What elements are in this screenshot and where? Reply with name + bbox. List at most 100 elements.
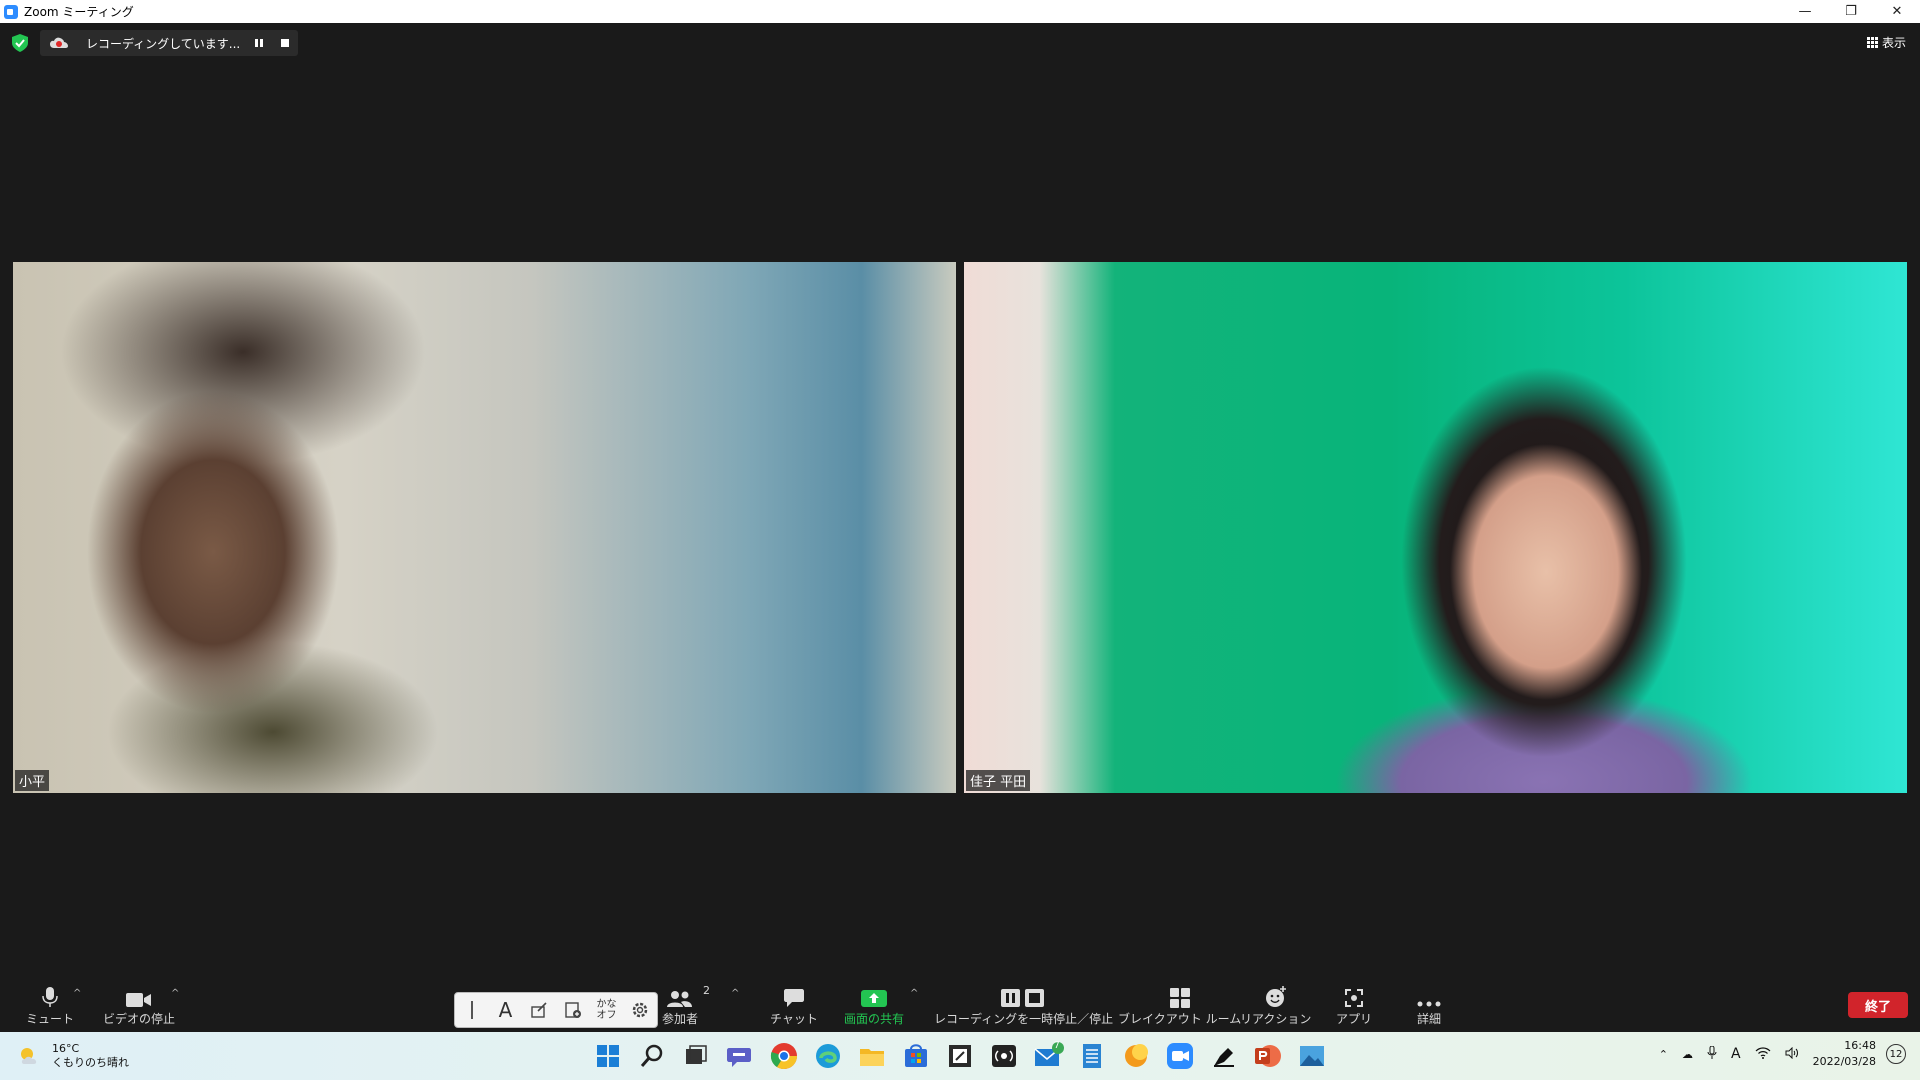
participant-name-tag: 小平 (15, 770, 50, 791)
share-options-chevron-icon[interactable]: ^ (910, 988, 918, 999)
chat-label: チャット (770, 1012, 818, 1026)
more-label: 詳細 (1417, 1012, 1442, 1026)
more-dots-icon (1417, 1001, 1441, 1007)
minimize-button[interactable]: — (1782, 0, 1828, 23)
more-button[interactable]: 詳細 (1417, 984, 1441, 1027)
video-tile-participant-1[interactable]: 小平 (13, 262, 956, 793)
pen-app-icon[interactable] (1208, 1040, 1240, 1072)
video-camera-icon (126, 993, 151, 1007)
view-button[interactable]: 表示 (1866, 34, 1906, 51)
ime-toolbar: A かな オフ (454, 992, 658, 1028)
microsoft-store-icon[interactable] (900, 1040, 932, 1072)
ime-mode-indicator[interactable]: A (1731, 1046, 1741, 1062)
stop-icon (281, 39, 289, 47)
participants-icon (667, 991, 692, 1007)
encryption-shield-icon[interactable] (12, 34, 28, 52)
share-screen-button[interactable]: 画面の共有 (844, 984, 904, 1027)
view-button-label: 表示 (1881, 36, 1906, 50)
ime-dictionary-icon (565, 1002, 581, 1018)
taskbar-clock[interactable]: 16:48 2022/03/28 (1813, 1038, 1876, 1070)
ime-settings-button[interactable] (626, 996, 654, 1024)
clock-time: 16:48 (1844, 1039, 1876, 1052)
meeting-top-bar: レコーディングしています... 表示 (0, 23, 1920, 63)
photos-icon[interactable] (1296, 1040, 1328, 1072)
ime-handle[interactable] (458, 996, 486, 1024)
participants-options-chevron-icon[interactable]: ^ (731, 988, 739, 999)
kana-toggle-top: かな (596, 999, 617, 1010)
ime-mode-button[interactable]: A (491, 996, 519, 1024)
recording-indicator: レコーディングしています... (40, 30, 298, 56)
chrome-icon[interactable] (768, 1040, 800, 1072)
breakout-rooms-icon (1169, 988, 1190, 1008)
video-tile-participant-2[interactable]: 佳子 平田 (964, 262, 1907, 793)
pause-icon (255, 39, 263, 47)
participants-button[interactable]: 2 参加者 (662, 984, 710, 1027)
teams-chat-icon[interactable] (724, 1040, 756, 1072)
notification-center-badge[interactable]: 12 (1886, 1044, 1906, 1064)
breakout-rooms-button[interactable]: ブレイクアウト ルーム (1118, 984, 1241, 1027)
share-screen-label: 画面の共有 (844, 1012, 905, 1026)
reactions-button[interactable]: リアクション (1240, 984, 1311, 1027)
close-button[interactable]: ✕ (1874, 0, 1920, 23)
pause-stop-recording-label: レコーディングを一時停止／停止 (934, 1012, 1114, 1026)
show-hidden-icons-chevron-icon[interactable]: ⌃ (1659, 1048, 1668, 1061)
mute-label: ミュート (26, 1012, 75, 1026)
chat-button[interactable]: チャット (770, 984, 818, 1027)
clock-date: 2022/03/28 (1812, 1055, 1876, 1068)
window-titlebar: Zoom ミーティング — ❐ ✕ (0, 0, 1920, 23)
cloud-recording-icon (50, 37, 68, 48)
stop-recording-button[interactable] (272, 30, 298, 56)
zoom-app-icon[interactable] (1164, 1040, 1196, 1072)
speaker-volume-icon[interactable] (1785, 1046, 1799, 1062)
participants-count-badge: 2 (703, 984, 710, 997)
pause-recording-button[interactable] (246, 30, 272, 56)
weather-description: くもりのち晴れ (52, 1056, 129, 1069)
media-app-icon[interactable] (988, 1040, 1020, 1072)
gear-icon (632, 1002, 648, 1018)
weather-temp: 16°C (52, 1042, 80, 1055)
ime-pad-button[interactable] (525, 996, 553, 1024)
audio-options-chevron-icon[interactable]: ^ (73, 988, 81, 999)
video-options-chevron-icon[interactable]: ^ (171, 988, 179, 999)
ime-dictionary-button[interactable] (559, 996, 587, 1024)
breakout-rooms-label: ブレイクアウト ルーム (1118, 1012, 1242, 1026)
wifi-icon[interactable] (1755, 1046, 1771, 1062)
apps-icon (1345, 989, 1363, 1007)
search-icon[interactable] (636, 1040, 668, 1072)
file-explorer-icon[interactable] (856, 1040, 888, 1072)
mail-icon[interactable]: 7 (1032, 1040, 1064, 1072)
snipping-tool-icon[interactable] (944, 1040, 976, 1072)
recording-controls-icon (1000, 989, 1044, 1007)
recording-status-text: レコーディングしています... (86, 36, 241, 51)
partly-cloudy-icon (21, 1048, 37, 1064)
start-windows-icon[interactable] (592, 1040, 624, 1072)
stop-video-button[interactable]: ビデオの停止 (103, 984, 175, 1027)
restore-button[interactable]: ❐ (1828, 0, 1874, 23)
reactions-label: リアクション (1240, 1012, 1312, 1026)
share-screen-arrow-icon (861, 990, 887, 1007)
windows-taskbar: 16°C くもりのち晴れ 7 ⌃ ☁ A 16:48 2022/03/28 12 (0, 1032, 1920, 1080)
grid-view-icon (1866, 37, 1878, 48)
chat-bubble-icon (783, 989, 804, 1007)
window-title: Zoom ミーティング (24, 5, 134, 19)
microphone-icon (42, 987, 58, 1007)
pause-stop-recording-button[interactable]: レコーディングを一時停止／停止 (934, 984, 1113, 1027)
crescent-app-icon[interactable] (1120, 1040, 1152, 1072)
mute-button[interactable]: ミュート (26, 984, 74, 1027)
notepad-icon[interactable] (1076, 1040, 1108, 1072)
edge-browser-icon[interactable] (812, 1040, 844, 1072)
participants-label: 参加者 (662, 1012, 699, 1026)
taskbar-pinned-apps: 7 (592, 1040, 1340, 1072)
end-meeting-button[interactable]: 終了 (1848, 992, 1908, 1018)
microphone-tray-icon[interactable] (1707, 1045, 1717, 1063)
apps-button[interactable]: アプリ (1336, 984, 1372, 1027)
stop-video-label: ビデオの停止 (103, 1012, 176, 1026)
drag-handle-icon (470, 1001, 473, 1019)
system-tray: ⌃ ☁ A 16:48 2022/03/28 12 (1659, 1038, 1906, 1070)
task-view-icon[interactable] (680, 1040, 712, 1072)
weather-widget[interactable]: 16°C くもりのち晴れ (18, 1042, 129, 1070)
kana-toggle-button[interactable]: かな オフ (592, 996, 620, 1024)
onedrive-cloud-icon[interactable]: ☁ (1682, 1048, 1693, 1061)
powerpoint-icon[interactable] (1252, 1040, 1284, 1072)
zoom-logo-icon (4, 4, 18, 19)
